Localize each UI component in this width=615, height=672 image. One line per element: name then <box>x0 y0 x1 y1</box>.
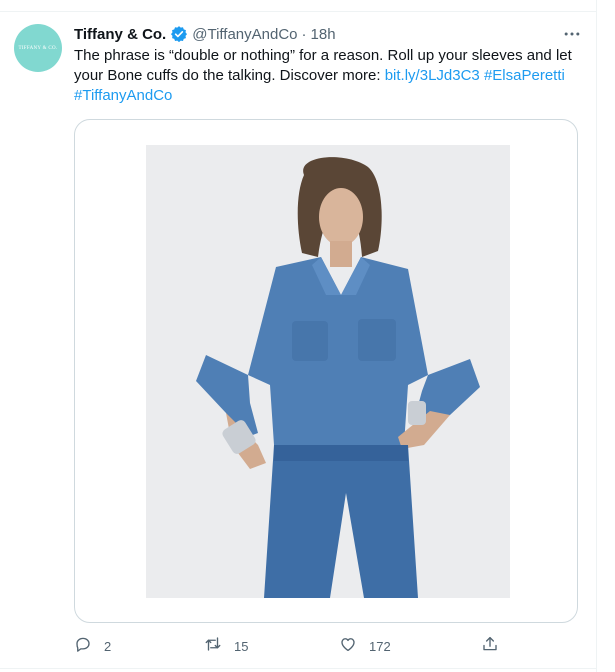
reply-count: 2 <box>104 638 112 654</box>
author-name[interactable]: Tiffany & Co. <box>74 26 166 43</box>
media-card[interactable] <box>74 119 578 623</box>
reply-button[interactable]: 2 <box>74 634 111 658</box>
separator-dot: · <box>301 25 307 43</box>
tweet-actions: 2 15 172 <box>74 634 579 658</box>
like-count: 172 <box>369 638 391 654</box>
retweet-count: 15 <box>234 638 249 654</box>
tweet-text: The phrase is “double or nothing” for a … <box>74 46 579 106</box>
hashtag-tiffanyandco[interactable]: #TiffanyAndCo <box>74 87 172 104</box>
tweet-header: Tiffany & Co. @TiffanyAndCo · 18h <box>74 24 336 44</box>
timestamp[interactable]: 18h <box>311 26 336 43</box>
heart-icon <box>339 635 357 658</box>
author-handle[interactable]: @TiffanyAndCo <box>192 26 297 43</box>
divider <box>0 668 596 669</box>
share-button[interactable] <box>481 634 499 658</box>
tweet-link[interactable]: bit.ly/3LJd3C3 <box>385 67 480 84</box>
avatar[interactable]: Tiffany & Co. <box>14 24 62 72</box>
share-icon <box>481 635 499 658</box>
reply-icon <box>74 635 92 658</box>
tweet-card[interactable]: Tiffany & Co. Tiffany & Co. @TiffanyAndC… <box>0 0 615 672</box>
divider <box>0 11 596 12</box>
divider <box>596 0 597 672</box>
more-dots-icon[interactable] <box>560 22 584 46</box>
like-button[interactable]: 172 <box>339 634 391 658</box>
retweet-button[interactable]: 15 <box>204 634 248 658</box>
retweet-icon <box>204 635 222 658</box>
photo-illustration <box>146 145 510 598</box>
hashtag-elsaperetti[interactable]: #ElsaPeretti <box>484 67 565 84</box>
verified-badge-icon <box>170 25 188 43</box>
tweet-photo[interactable] <box>146 145 510 598</box>
avatar-logo-text: Tiffany & Co. <box>18 45 58 51</box>
